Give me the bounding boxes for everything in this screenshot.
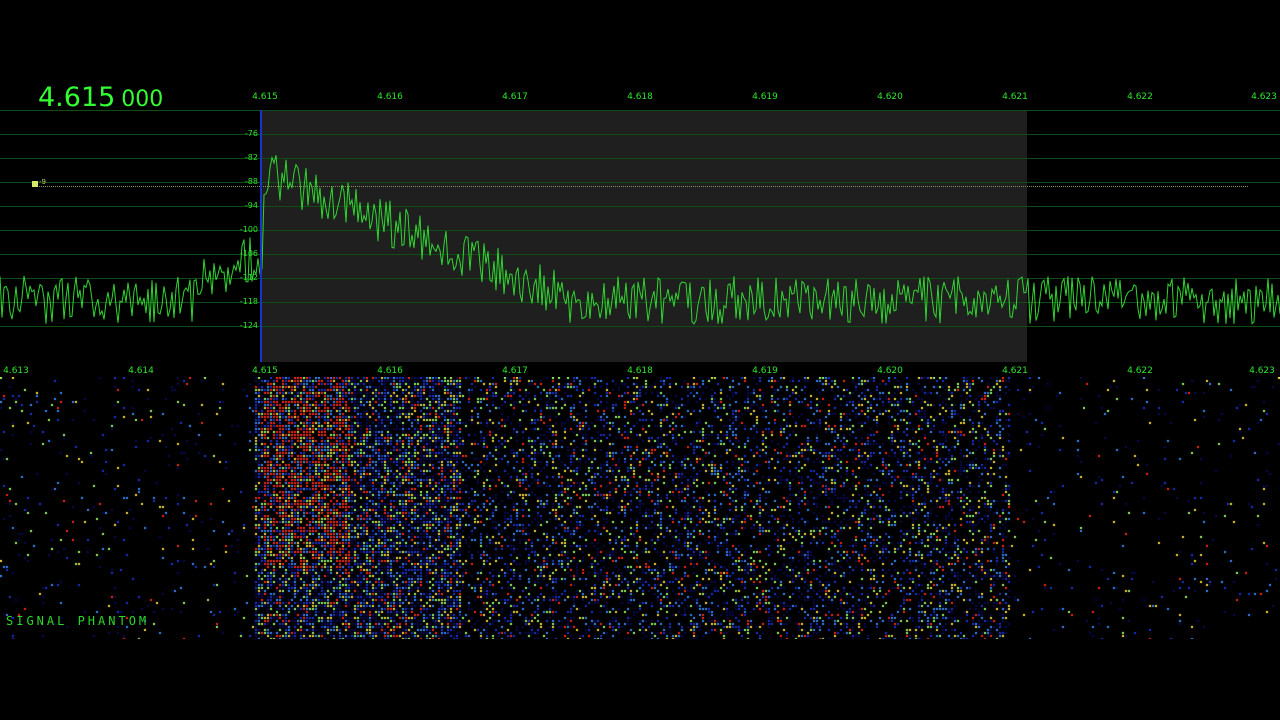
- bottom-scale-label: 4.622: [1127, 366, 1153, 376]
- top-scale-label: 4.618: [627, 92, 653, 102]
- bottom-scale-label: 4.614: [128, 366, 154, 376]
- top-scale-label: 4.615: [252, 92, 278, 102]
- frequency-readout: 4.615 000: [38, 82, 163, 113]
- bottom-scale-label: 4.613: [3, 366, 29, 376]
- bottom-scale-label: 4.616: [377, 366, 403, 376]
- top-scale-label: 4.621: [1002, 92, 1028, 102]
- bottom-scale-label: 4.621: [1002, 366, 1028, 376]
- bottom-scale-label: 4.617: [502, 366, 528, 376]
- bottom-scale-label: 4.615: [252, 366, 278, 376]
- top-scale-label: 4.623: [1251, 92, 1277, 102]
- bottom-scale-label: 4.623: [1249, 366, 1275, 376]
- watermark-text: SIGNAL PHANTOM: [6, 614, 150, 628]
- tuned-frequency-marker[interactable]: [260, 110, 262, 362]
- frequency-main: 4.615: [38, 82, 116, 113]
- spectrum-trace-svg: [0, 155, 1280, 325]
- top-scale-label: 4.616: [377, 92, 403, 102]
- bottom-scale-label: 4.620: [877, 366, 903, 376]
- top-scale-label: 4.617: [502, 92, 528, 102]
- waterfall-display[interactable]: [0, 377, 1280, 639]
- bottom-scale-label: 4.619: [752, 366, 778, 376]
- bottom-scale-label: 4.618: [627, 366, 653, 376]
- top-scale-label: 4.619: [752, 92, 778, 102]
- top-scale-label: 4.620: [877, 92, 903, 102]
- frequency-sub: 000: [121, 87, 164, 112]
- top-scale-label: 4.622: [1127, 92, 1153, 102]
- spectrum-trace: [0, 155, 1280, 325]
